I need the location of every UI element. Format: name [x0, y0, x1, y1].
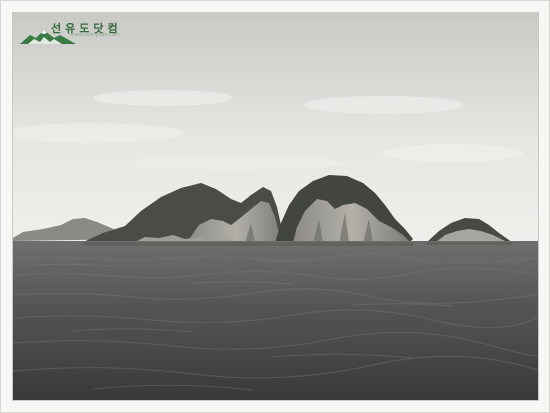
watermark-url: www.seonyudo.com [70, 32, 120, 38]
seascape-photo [12, 12, 539, 401]
photo-frame: 선유도닷컴 www.seonyudo.com [0, 0, 550, 413]
seascape-image [13, 13, 538, 400]
site-watermark: 선유도닷컴 www.seonyudo.com [18, 18, 138, 48]
